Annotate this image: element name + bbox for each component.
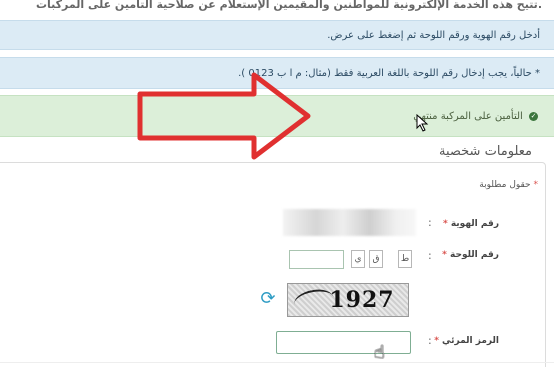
colon: : xyxy=(428,249,432,262)
divider xyxy=(0,362,554,363)
colon: : xyxy=(428,334,432,347)
instruction-info-box: أدخل رقم الهوية ورقم اللوحة ثم إضغط على … xyxy=(0,20,554,50)
colon: : xyxy=(428,216,432,229)
visual-code-input[interactable] xyxy=(276,331,411,354)
plate-letter-1-input[interactable]: ط xyxy=(398,250,412,268)
plate-number-label-text: رقم اللوحة xyxy=(450,250,499,260)
required-star: * xyxy=(434,336,439,346)
captcha-image: 1927 xyxy=(287,283,409,317)
instruction-text: أدخل رقم الهوية ورقم اللوحة ثم إضغط على … xyxy=(327,30,540,41)
id-number-label-text: رقم الهوية xyxy=(450,219,499,229)
required-note-text: حقول مطلوبة xyxy=(479,180,531,190)
id-number-input[interactable] xyxy=(283,209,416,236)
check-circle-icon: ✓ xyxy=(529,111,538,121)
plate-letter-3-input[interactable]: ي xyxy=(351,250,365,268)
plate-letter-2-input[interactable]: ق xyxy=(369,250,383,268)
captcha-text: 1927 xyxy=(329,287,395,313)
required-star: * xyxy=(442,250,447,260)
required-star: * xyxy=(533,180,539,190)
plate-number-label: رقم اللوحة * xyxy=(442,250,499,260)
personal-info-heading: معلومات شخصية xyxy=(439,144,532,159)
plate-digits-input[interactable] xyxy=(289,250,344,269)
visual-code-label-text: الرمز المرئي xyxy=(442,336,499,346)
id-number-label: رقم الهوية * xyxy=(443,219,499,229)
red-arrow-annotation xyxy=(137,72,311,160)
required-star: * xyxy=(442,219,448,229)
visual-code-label: الرمز المرئي * xyxy=(434,336,499,346)
arrow-cursor-icon xyxy=(416,114,429,132)
page-intro-text: تتيح هذه الخدمة الإلكترونية للمواطنين وا… xyxy=(35,0,542,11)
hand-cursor-icon: ☝ xyxy=(374,342,385,363)
required-fields-note: * حقول مطلوبة xyxy=(479,180,538,190)
refresh-icon[interactable]: ⟳ xyxy=(258,289,278,309)
